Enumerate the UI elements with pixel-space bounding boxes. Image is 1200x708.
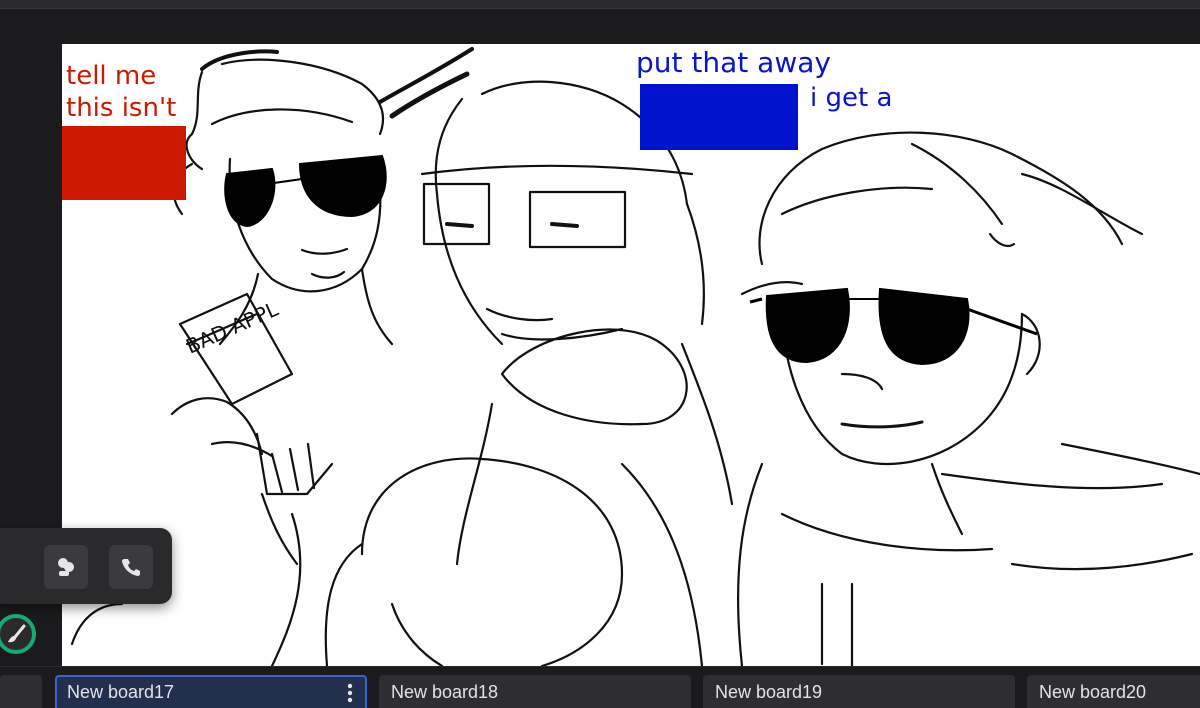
huddle-icon: [58, 558, 74, 576]
blue-note-line2: i get a: [810, 83, 892, 113]
blue-note-line1: put that away: [636, 46, 831, 79]
board-canvas[interactable]: BAD APPL tell me this isn't put that awa…: [62, 44, 1200, 666]
red-note-line2: this isn't: [66, 93, 176, 123]
brush-icon: [0, 614, 36, 654]
top-toolbar: [0, 0, 1200, 9]
tab-new-board20[interactable]: New board20: [1027, 675, 1200, 708]
blue-redaction: [640, 84, 798, 150]
more-options-icon[interactable]: [347, 683, 353, 703]
red-redaction: [62, 126, 186, 200]
tab-new-board18[interactable]: New board18: [379, 675, 691, 708]
brush-tool[interactable]: [0, 612, 38, 656]
whiteboard-app: BAD APPL tell me this isn't put that awa…: [0, 0, 1200, 708]
call-button[interactable]: [109, 545, 153, 589]
board-tab-bar: New board17 New board18 New board19 New …: [0, 666, 1200, 708]
phone-icon: [122, 559, 140, 576]
tab-partial[interactable]: [0, 675, 42, 708]
tab-new-board19[interactable]: New board19: [703, 675, 1015, 708]
call-controls-panel: [0, 528, 172, 604]
tab-label: New board18: [391, 682, 499, 702]
tab-label: New board19: [715, 682, 823, 702]
can-label: BAD APPL: [182, 296, 282, 358]
tab-label: New board17: [67, 682, 175, 702]
red-note-line1: tell me: [66, 61, 156, 91]
huddle-button[interactable]: [44, 545, 88, 589]
tab-new-board17[interactable]: New board17: [55, 675, 367, 708]
tab-label: New board20: [1039, 682, 1147, 702]
drawing-sketch: BAD APPL tell me this isn't put that awa…: [62, 46, 1200, 666]
